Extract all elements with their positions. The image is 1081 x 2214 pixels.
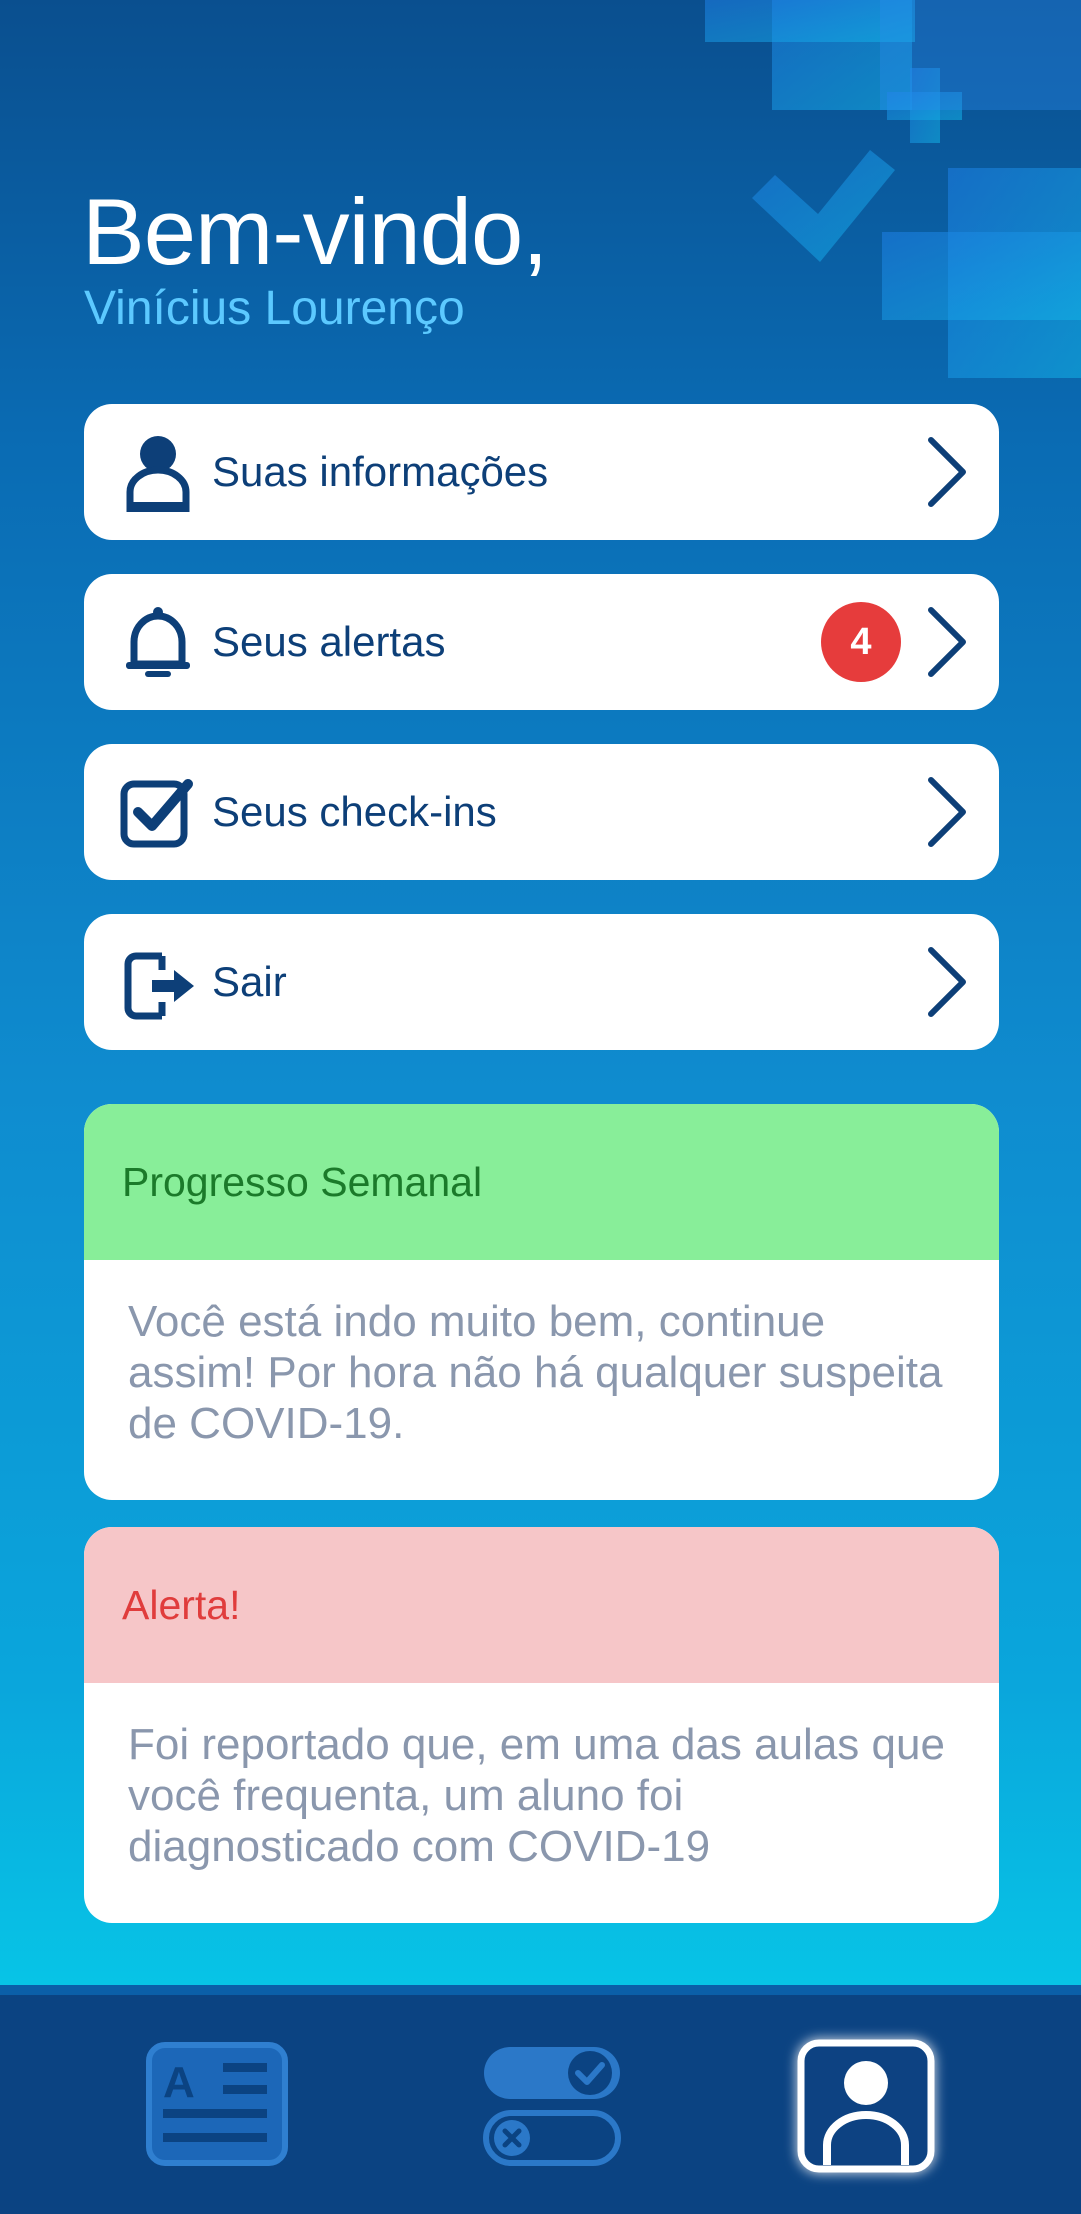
logout-icon bbox=[124, 952, 194, 1020]
chevron-right-icon bbox=[928, 777, 966, 847]
menu-item-label: Seus alertas bbox=[212, 618, 446, 665]
welcome-heading: Bem-vindo, bbox=[82, 179, 548, 284]
tab-checkin-toggle[interactable] bbox=[478, 2041, 628, 2171]
id-card-icon: A bbox=[146, 2042, 288, 2166]
alert-card: Alerta! Foi reportado que, em uma das au… bbox=[84, 1527, 999, 1923]
card-title: Progresso Semanal bbox=[122, 1159, 483, 1205]
alerts-count-badge: 4 bbox=[821, 602, 901, 682]
person-icon bbox=[126, 436, 190, 512]
chevron-right-icon bbox=[928, 607, 966, 677]
home-screen: Bem-vindo, Vinícius Lourenço Suas inform… bbox=[0, 0, 1081, 1985]
card-header: Progresso Semanal bbox=[84, 1104, 999, 1260]
chevron-right-icon bbox=[928, 947, 966, 1017]
bell-icon bbox=[126, 607, 190, 677]
tab-id-card[interactable]: A bbox=[143, 2041, 293, 2171]
card-body: Foi reportado que, em uma das aulas que … bbox=[128, 1720, 945, 1871]
card-body: Você está indo muito bem, continue assim… bbox=[128, 1297, 943, 1448]
user-name: Vinícius Lourenço bbox=[84, 282, 465, 335]
card-header: Alerta! bbox=[84, 1527, 999, 1683]
menu-item-label: Sair bbox=[212, 958, 287, 1005]
menu-item-label: Suas informações bbox=[212, 448, 549, 495]
menu-item-your-checkins[interactable]: Seus check-ins bbox=[84, 744, 999, 880]
menu-item-your-alerts[interactable]: Seus alertas 4 bbox=[84, 574, 999, 710]
svg-text:A: A bbox=[163, 2058, 195, 2107]
tab-profile[interactable] bbox=[793, 2039, 943, 2173]
menu-item-label: Seus check-ins bbox=[212, 788, 497, 835]
card-title: Alerta! bbox=[122, 1582, 241, 1628]
checkbox-icon bbox=[120, 779, 193, 848]
bottom-navigation-bar: A bbox=[0, 1985, 1081, 2214]
toggle-checkin-icon bbox=[483, 2047, 621, 2166]
menu-item-your-info[interactable]: Suas informações bbox=[84, 404, 999, 540]
chevron-right-icon bbox=[928, 437, 966, 507]
profile-icon bbox=[797, 2039, 935, 2173]
menu-item-logout[interactable]: Sair bbox=[84, 914, 999, 1050]
weekly-progress-card: Progresso Semanal Você está indo muito b… bbox=[84, 1104, 999, 1500]
